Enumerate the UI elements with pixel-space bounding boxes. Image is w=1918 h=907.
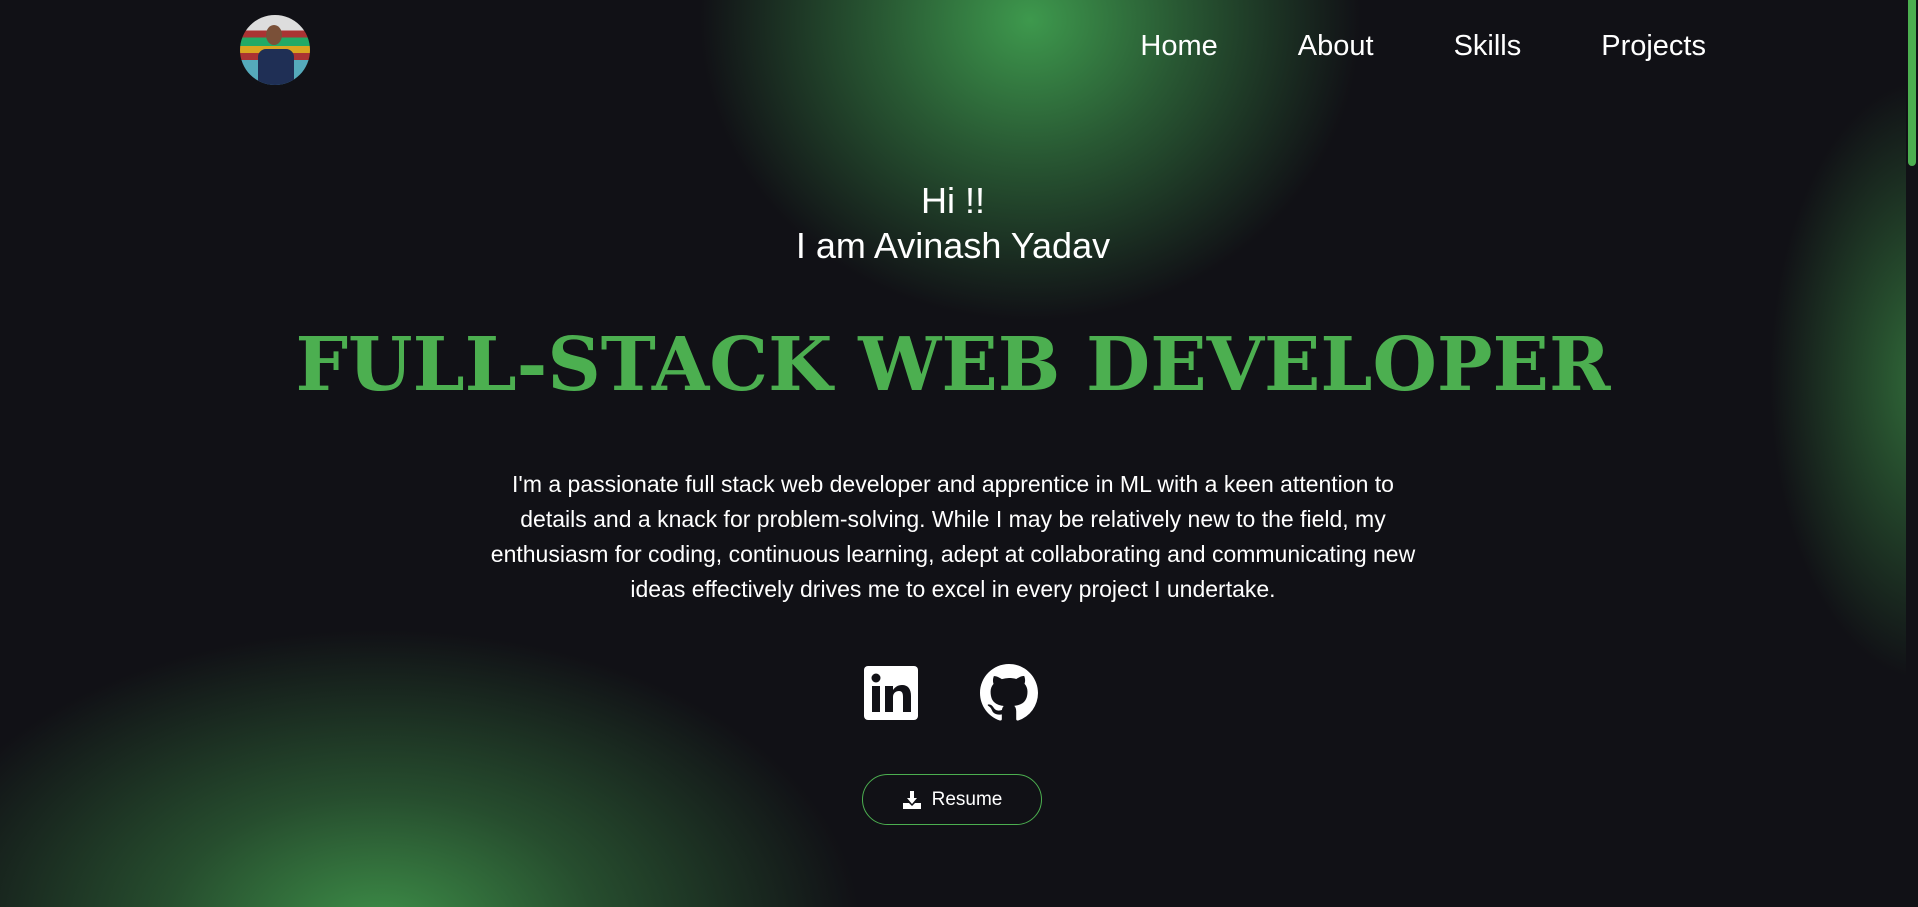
resume-label: Resume — [931, 788, 1003, 810]
resume-download-button[interactable]: Resume — [862, 774, 1042, 825]
github-icon — [980, 664, 1038, 721]
main-nav: Home About Skills Projects — [1140, 30, 1706, 63]
nav-skills[interactable]: Skills — [1454, 30, 1522, 63]
github-link[interactable] — [980, 664, 1038, 727]
nav-projects[interactable]: Projects — [1601, 30, 1706, 63]
linkedin-link[interactable] — [864, 666, 918, 725]
background-glow — [0, 0, 1918, 907]
nav-about[interactable]: About — [1298, 30, 1374, 63]
hero-description: I'm a passionate full stack web develope… — [490, 471, 1416, 602]
hero-title: FULL-STACK WEB DEVELOPER — [295, 322, 1611, 408]
avatar[interactable] — [240, 15, 310, 85]
greeting: Hi !! I am Avinash Yadav — [0, 178, 1906, 268]
linkedin-icon — [864, 666, 918, 720]
greeting-name: I am Avinash Yadav — [795, 225, 1111, 266]
scrollbar-thumb[interactable] — [1908, 0, 1916, 166]
download-icon — [902, 790, 921, 809]
scrollbar[interactable] — [1906, 0, 1918, 907]
greeting-hi: Hi !! — [920, 180, 985, 221]
nav-home[interactable]: Home — [1140, 30, 1217, 63]
social-links — [864, 664, 1038, 727]
